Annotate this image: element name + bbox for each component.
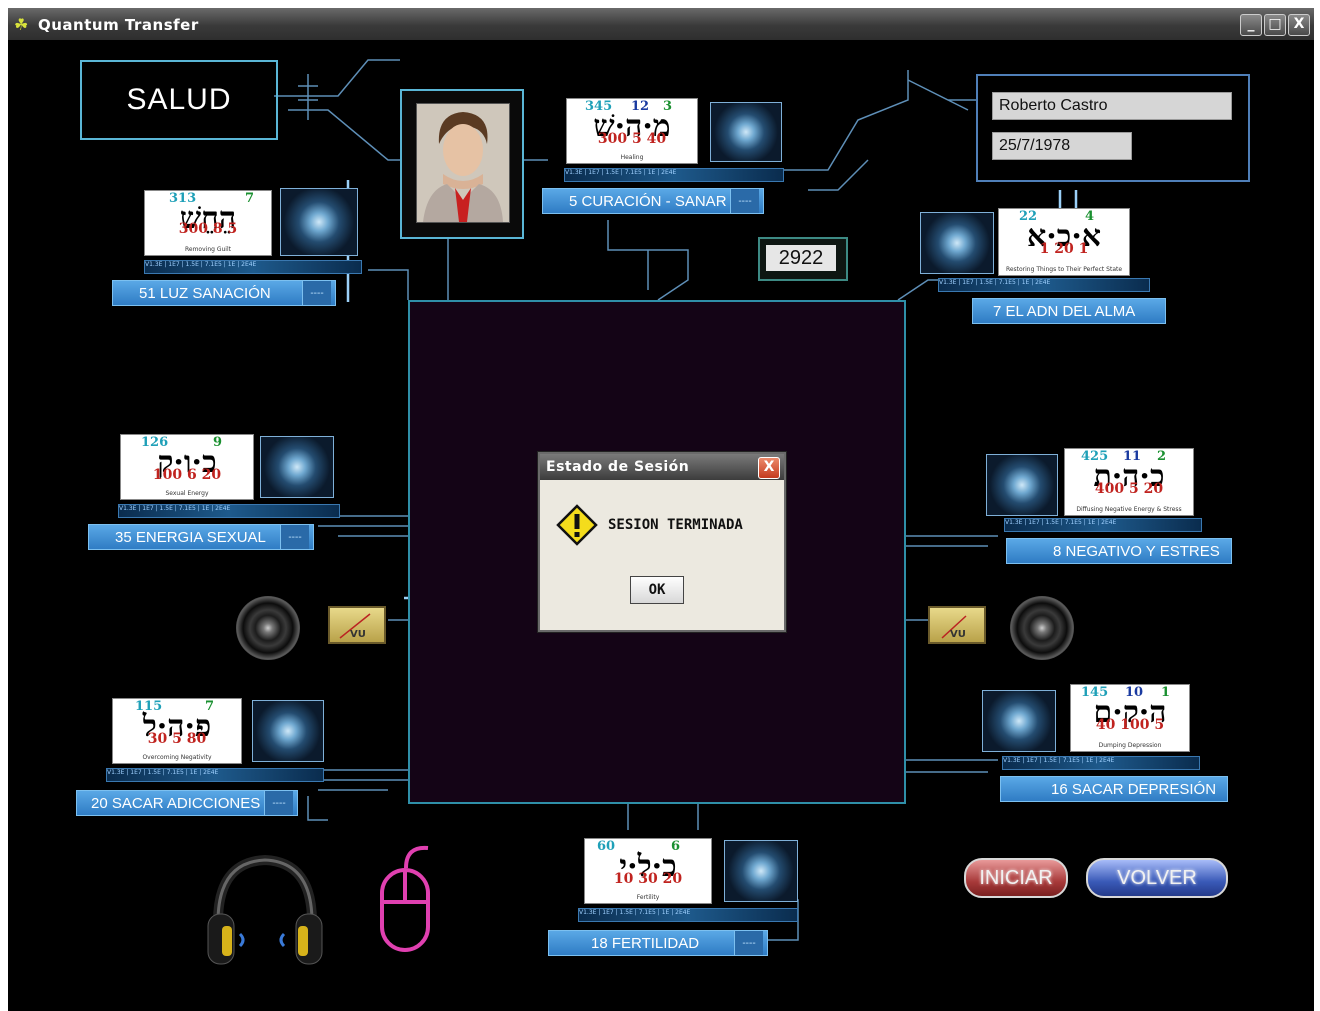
hard-drive-icon [260,436,334,498]
hard-drive-icon [986,454,1058,516]
card-caption: Removing Guilt [185,246,231,253]
counter-value: 2922 [766,245,836,271]
data-strip: V1.3E | 1E7 | 1.5E | 7.1E5 | 1E | 2E4E [118,504,340,518]
module-label-text: 20 SACAR ADICCIONES [91,795,261,812]
minimize-button[interactable]: _ [1240,14,1262,36]
patient-name-field[interactable]: Roberto Castro [992,92,1232,120]
label-dash: ---- [302,281,331,305]
module-label[interactable]: 18 FERTILIDAD ---- [548,930,768,956]
app-logo-icon: ☘ [14,15,29,34]
dialog-title: Estado de Sesión [546,459,690,475]
mouse-icon [380,845,430,952]
data-strip: V1.3E | 1E7 | 1.5E | 7.1E5 | 1E | 2E4E [1002,756,1200,770]
data-strip: V1.3E | 1E7 | 1.5E | 7.1E5 | 1E | 2E4E [938,278,1150,292]
card-values: 300 8 5 [178,221,238,237]
module-label-text: 51 LUZ SANACIÓN [139,285,271,302]
hard-drive-icon [710,102,782,162]
card-caption: Restoring Things to Their Perfect State [1005,266,1123,273]
card-caption: Sexual Energy [165,490,209,497]
card-values: 300 5 40 [597,131,667,147]
data-strip: V1.3E | 1E7 | 1.5E | 7.1E5 | 1E | 2E4E [106,768,324,782]
hebrew-card: 126 9 כ·ו·ק 100 6 20 Sexual Energy [120,434,254,500]
hebrew-card: 22 4 א·כ·א 1 20 1 Restoring Things to Th… [998,208,1130,276]
module-label[interactable]: 5 CURACIÓN - SANAR ---- [542,188,764,214]
card-caption: Healing [620,154,644,161]
card-caption: Dumping Depression [1098,742,1162,749]
card-values: 40 100 5 [1095,717,1165,733]
back-button[interactable]: VOLVER [1086,858,1228,898]
hard-drive-icon [252,700,324,762]
hard-drive-icon [920,212,994,274]
card-values: 400 5 20 [1094,481,1164,497]
maximize-button[interactable]: □ [1264,14,1286,36]
hard-drive-icon [280,188,358,256]
vu-label: VU [950,629,966,640]
headphones-icon [207,854,323,965]
start-button[interactable]: INICIAR [964,858,1068,898]
warning-icon [556,504,598,546]
hebrew-card: 145 10 1 ה·ק·ם 40 100 5 Dumping Depressi… [1070,684,1190,752]
data-strip: V1.3E | 1E7 | 1.5E | 7.1E5 | 1E | 2E4E [578,908,798,922]
card-values: 1 20 1 [1039,241,1089,257]
label-dash: ---- [264,791,293,815]
module-label[interactable]: 16 SACAR DEPRESIÓN [1000,776,1228,802]
card-caption: Fertility [636,894,660,901]
vu-meter-left: VU [328,606,386,644]
hebrew-card: 60 6 כ·ל·י 10 30 20 Fertility [584,838,712,904]
card-caption: Diffusing Negative Energy & Stress [1076,506,1182,513]
program-title: SALUD [80,60,278,140]
module-label[interactable]: 8 NEGATIVO Y ESTRES [1006,538,1232,564]
module-label-text: 7 EL ADN DEL ALMA [993,303,1136,320]
label-dash: ---- [734,931,763,955]
module-label-text: 5 CURACIÓN - SANAR [569,193,727,210]
dialog-close-button[interactable]: X [758,457,780,479]
module-label[interactable]: 20 SACAR ADICCIONES ---- [76,790,298,816]
hebrew-card: 345 12 3 מ·ה·שׁ 300 5 40 Healing [566,98,698,164]
speaker-left-icon [236,596,300,660]
module-label-text: 18 FERTILIDAD [591,935,700,952]
app-window: ☘ Quantum Transfer _ □ X SALUD Roberto C… [8,8,1314,1011]
dialog-message: SESION TERMINADA [608,517,743,533]
close-button[interactable]: X [1288,14,1310,36]
module-label[interactable]: 35 ENERGIA SEXUAL ---- [88,524,314,550]
main-panel: SALUD Roberto Castro 25/7/1978 2922 313 … [8,40,1314,1011]
vu-meter-right: VU [928,606,986,644]
patient-birthdate-field[interactable]: 25/7/1978 [992,132,1132,160]
hebrew-card: 313 7 הֵחֵשׁ 300 8 5 Removing Guilt [144,190,272,256]
session-status-dialog: Estado de Sesión X SESION TERMINADA OK [538,452,786,632]
speaker-right-icon [1010,596,1074,660]
dialog-title-bar[interactable]: Estado de Sesión X [540,454,784,480]
person-avatar-icon [417,104,509,222]
module-label-text: 8 NEGATIVO Y ESTRES [1053,543,1220,560]
hebrew-card: 115 7 פ·ה·ל 30 5 80 Overcoming Negativit… [112,698,242,764]
card-values: 10 30 20 [613,871,683,887]
hebrew-card: 425 11 2 כ·ה·ת 400 5 20 Diffusing Negati… [1064,448,1194,516]
data-strip: V1.3E | 1E7 | 1.5E | 7.1E5 | 1E | 2E4E [1004,518,1202,532]
card-values: 30 5 80 [147,731,207,747]
module-label-text: 35 ENERGIA SEXUAL [115,529,266,546]
hard-drive-icon [982,690,1056,752]
data-strip: V1.3E | 1E7 | 1.5E | 7.1E5 | 1E | 2E4E [564,168,784,182]
module-label-text: 16 SACAR DEPRESIÓN [1051,781,1217,798]
module-label[interactable]: 7 EL ADN DEL ALMA [972,298,1166,324]
ok-button[interactable]: OK [630,576,684,604]
card-caption: Overcoming Negativity [142,754,212,761]
card-values: 100 6 20 [152,467,222,483]
title-bar[interactable]: ☘ Quantum Transfer _ □ X [8,8,1314,40]
window-title: Quantum Transfer [38,16,199,34]
label-dash: ---- [280,525,309,549]
vu-label: VU [350,629,366,640]
data-strip: V1.3E | 1E7 | 1.5E | 7.1E5 | 1E | 2E4E [144,260,362,274]
session-counter: 2922 [758,237,848,281]
patient-info-panel: Roberto Castro 25/7/1978 [976,74,1250,182]
hard-drive-icon [724,840,798,902]
label-dash: ---- [730,189,759,213]
patient-photo[interactable] [400,89,524,239]
module-label[interactable]: 51 LUZ SANACIÓN ---- [112,280,336,306]
